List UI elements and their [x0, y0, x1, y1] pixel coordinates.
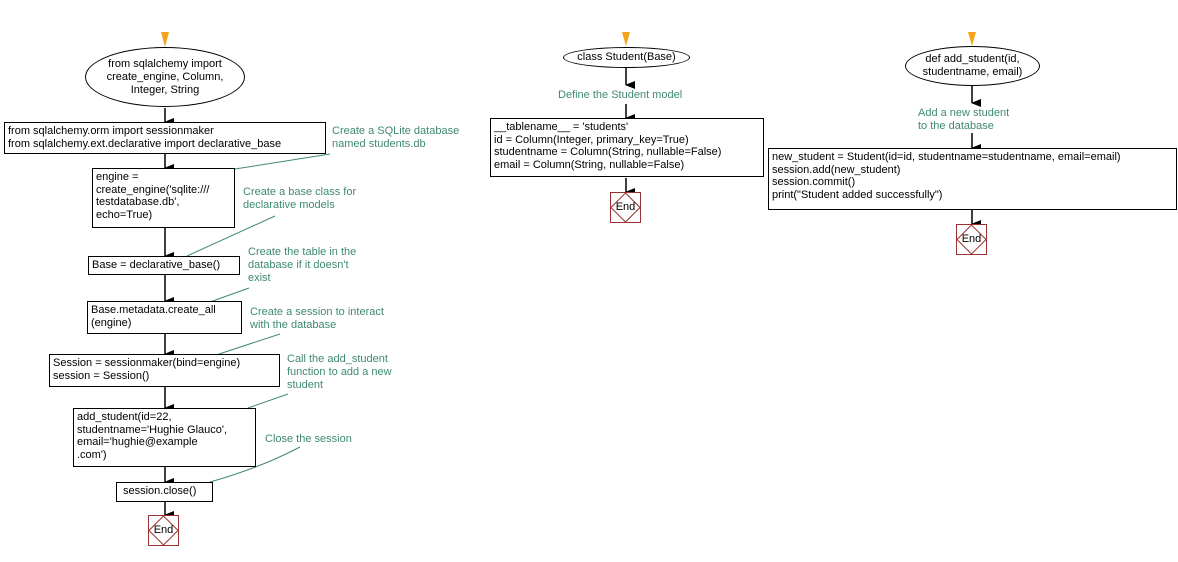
- start-node-student-class: class Student(Base): [563, 47, 690, 68]
- start-arrow-middle: [622, 32, 630, 46]
- comment-create-session: Create a session to interact with the da…: [250, 306, 384, 331]
- leader-5: [247, 393, 289, 409]
- comment-add-new-student: Add a new student to the database: [918, 107, 1010, 132]
- start-arrow-right: [968, 32, 976, 46]
- process-node-create-engine: engine = create_engine('sqlite:/// testd…: [92, 168, 235, 228]
- comment-call-add-student: Call the add_student function to add a n…: [287, 353, 392, 391]
- comment-define-model: Define the Student model: [558, 89, 683, 101]
- process-node-orm-imports: from sqlalchemy.orm import sessionmaker …: [4, 122, 326, 154]
- end-label: End: [961, 233, 982, 245]
- leader-3: [209, 287, 250, 303]
- start-node-add-student-def: def add_student(id, studentname, email): [905, 46, 1040, 86]
- process-node-student-model: __tablename__ = 'students' id = Column(I…: [490, 118, 764, 177]
- leader-1: [234, 153, 331, 170]
- end-node-middle: End: [610, 192, 641, 223]
- comment-create-db: Create a SQLite database named students.…: [332, 125, 460, 150]
- end-label: End: [615, 201, 636, 213]
- process-node-add-student-call: add_student(id=22, studentname='Hughie G…: [73, 408, 256, 467]
- comment-close-session: Close the session: [265, 433, 352, 445]
- process-node-session: Session = sessionmaker(bind=engine) sess…: [49, 354, 280, 387]
- start-arrow-left: [161, 32, 169, 47]
- comment-base-class: Create a base class for declarative mode…: [243, 186, 357, 211]
- leader-4: [215, 333, 281, 356]
- process-node-add-student-body: new_student = Student(id=id, studentname…: [768, 148, 1177, 210]
- comment-create-table: Create the table in the database if it d…: [248, 246, 357, 284]
- start-node-imports: from sqlalchemy import create_engine, Co…: [85, 47, 245, 107]
- process-node-declarative-base: Base = declarative_base(): [88, 256, 240, 275]
- process-node-session-close: session.close(): [116, 482, 213, 502]
- end-label: End: [153, 524, 174, 536]
- end-node-left: End: [148, 515, 179, 546]
- process-node-create-all: Base.metadata.create_all (engine): [87, 301, 242, 334]
- end-node-right: End: [956, 224, 987, 255]
